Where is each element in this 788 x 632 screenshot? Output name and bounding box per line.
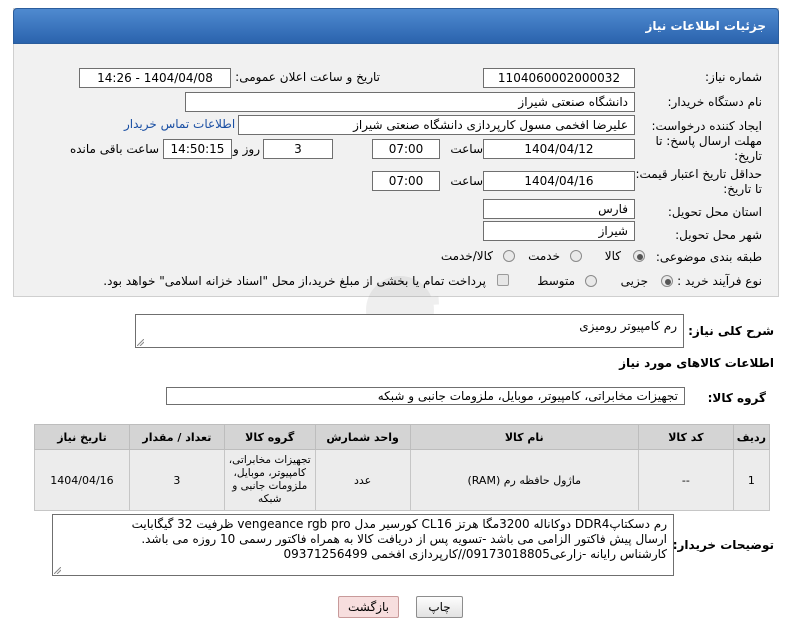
price-validity-date-field: 1404/04/16: [483, 171, 635, 191]
page-title: جزئیات اطلاعات نیاز: [13, 8, 779, 44]
buyer-notes-label: توضیحات خریدار:: [672, 538, 774, 552]
days-field: 3: [263, 139, 333, 159]
buyer-notes-line-1: رم دسکتاپDDR4 دوکاناله 3200مگا هرتز CL16…: [131, 517, 667, 531]
cell-date: 1404/04/16: [34, 449, 130, 511]
days-label: روز و: [233, 142, 260, 156]
reply-time-label: ساعت: [450, 142, 483, 156]
col-qty-header: تعداد / مقدار: [128, 424, 225, 450]
purchase-type-label: نوع فرآیند خرید :: [677, 274, 762, 288]
buyer-org-label: نام دستگاه خریدار:: [667, 95, 763, 109]
buyer-org-field: دانشگاه صنعتی شیراز: [185, 92, 635, 112]
cell-group: تجهیزات مخابراتی، کامپیوتر، موبایل، ملزو…: [223, 449, 316, 511]
city-label: شهر محل تحویل:: [675, 228, 762, 242]
goods-group-field: تجهیزات مخابراتی، کامپیوتر، موبایل، ملزو…: [166, 387, 685, 405]
announce-field: 1404/04/08 - 14:26: [79, 68, 231, 88]
goods-table: ردیف کد کالا نام کالا واحد شمارش گروه کا…: [34, 424, 771, 511]
buyer-notes-line-2: ارسال پیش فاکتور الزامی می باشد -تسویه پ…: [141, 532, 667, 546]
reply-deadline-label-line1: مهلت ارسال پاسخ: تا: [655, 134, 762, 148]
print-button[interactable]: چاپ: [416, 596, 463, 618]
city-field: شیراز: [483, 221, 635, 241]
remaining-time-field: 14:50:15: [163, 139, 232, 159]
announce-label: تاریخ و ساعت اعلان عمومی:: [235, 70, 380, 84]
cell-code: --: [637, 449, 734, 511]
buyer-contact-link[interactable]: اطلاعات تماس خریدار: [124, 117, 235, 131]
remaining-time-label: ساعت باقی مانده: [69, 142, 159, 156]
resize-grip-icon[interactable]: [54, 567, 61, 574]
province-field: فارس: [483, 199, 635, 219]
buyer-notes-line-3: کارشناس رایانه -زارعی09173018805//کارپرد…: [283, 547, 667, 561]
treasury-checkbox[interactable]: [497, 274, 509, 286]
requester-label: ایجاد کننده درخواست:: [651, 119, 762, 133]
col-row-header: ردیف: [732, 424, 771, 450]
table-row: 1 -- ماژول حافظه رم (RAM) عدد تجهیزات مخ…: [34, 449, 771, 511]
purchase-medium-radio[interactable]: [585, 275, 597, 287]
buyer-notes-textarea[interactable]: رم دسکتاپDDR4 دوکاناله 3200مگا هرتز CL16…: [52, 514, 674, 576]
category-service-radio[interactable]: [570, 250, 582, 262]
price-validity-time-field: 07:00: [372, 171, 440, 191]
cell-name: ماژول حافظه رم (RAM): [409, 449, 639, 511]
col-name-header: نام کالا: [409, 424, 639, 450]
col-unit-header: واحد شمارش: [314, 424, 411, 450]
reply-date-field: 1404/04/12: [483, 139, 635, 159]
goods-group-label: گروه کالا:: [707, 391, 766, 405]
need-number-label: شماره نیاز:: [705, 70, 762, 84]
category-service-label: خدمت: [528, 249, 560, 263]
resize-grip-icon[interactable]: [137, 339, 144, 346]
reply-deadline-label-line2: تاریخ:: [734, 149, 762, 163]
table-header-row: ردیف کد کالا نام کالا واحد شمارش گروه کا…: [34, 424, 771, 450]
summary-text: رم کامپیوتر رومیزی: [579, 319, 677, 333]
col-date-header: تاریخ نیاز: [34, 424, 130, 450]
cell-qty: 3: [128, 449, 225, 511]
treasury-note: پرداخت تمام یا بخشی از مبلغ خرید،از محل …: [103, 274, 486, 288]
category-both-label: کالا/خدمت: [440, 249, 493, 263]
price-validity-label-line1: حداقل تاریخ اعتبار قیمت:: [635, 167, 762, 181]
summary-textarea[interactable]: رم کامپیوتر رومیزی: [135, 314, 684, 348]
category-both-radio[interactable]: [503, 250, 515, 262]
price-validity-label-line2: تا تاریخ:: [723, 182, 762, 196]
col-group-header: گروه کالا: [223, 424, 316, 450]
purchase-minor-radio[interactable]: [661, 275, 673, 287]
summary-label: شرح کلی نیاز:: [688, 324, 774, 338]
province-label: استان محل تحویل:: [667, 205, 762, 219]
purchase-medium-label: متوسط: [537, 274, 575, 288]
back-button[interactable]: بازگشت: [338, 596, 399, 618]
category-goods-label: کالا: [604, 249, 621, 263]
purchase-minor-label: جزیی: [620, 274, 648, 288]
need-number-field: 1104060002000032: [483, 68, 635, 88]
goods-info-title: اطلاعات کالاهای مورد نیاز: [619, 356, 774, 370]
category-goods-radio[interactable]: [633, 250, 645, 262]
col-code-header: کد کالا: [637, 424, 734, 450]
price-validity-time-label: ساعت: [450, 174, 483, 188]
price-validity-label: حداقل تاریخ اعتبار قیمت: تا تاریخ:: [635, 167, 762, 197]
cell-unit: عدد: [314, 449, 411, 511]
requester-field: علیرضا افخمی مسول کارپردازی دانشگاه صنعت…: [238, 115, 635, 135]
cell-row: 1: [732, 449, 771, 511]
category-label: طبقه بندی موضوعی:: [655, 250, 762, 264]
reply-deadline-label: مهلت ارسال پاسخ: تا تاریخ:: [655, 134, 762, 164]
reply-time-field: 07:00: [372, 139, 440, 159]
